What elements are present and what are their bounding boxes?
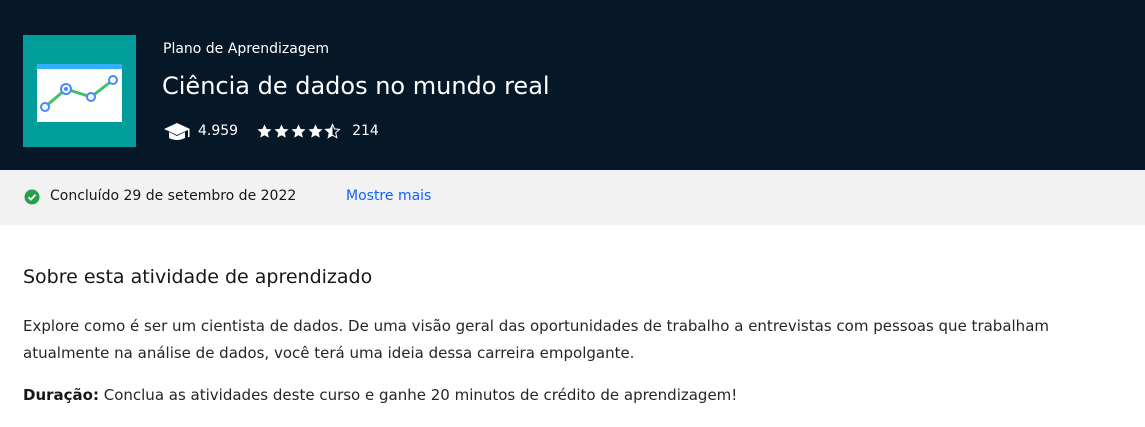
activity-description: Explore como é ser um cientista de dados…	[23, 317, 1049, 362]
page-title: Ciência de dados no mundo real	[162, 72, 550, 100]
activity-type-label: Plano de Aprendizagem	[163, 41, 329, 57]
course-thumbnail	[23, 35, 136, 147]
show-more-link[interactable]: Mostre mais	[346, 188, 431, 204]
star-icon	[274, 124, 289, 138]
graduation-cap-icon	[164, 123, 190, 140]
completion-status: Concluído 29 de setembro de 2022	[50, 188, 297, 204]
hero-banner: Plano de Aprendizagem Ciência de dados n…	[0, 0, 1145, 170]
course-meta: 4.959 214	[162, 121, 379, 141]
learners-count: 4.959	[198, 123, 239, 139]
half-star-icon	[324, 123, 341, 139]
star-icon	[257, 124, 272, 138]
duration-label: Duração:	[23, 386, 99, 404]
line-chart-icon	[37, 64, 122, 122]
check-circle-icon	[24, 189, 40, 205]
star-icon	[308, 124, 323, 138]
duration-info: Duração: Conclua as atividades deste cur…	[23, 386, 737, 404]
section-heading: Sobre esta atividade de aprendizado	[23, 266, 373, 288]
rating-stars	[256, 123, 341, 139]
duration-text: Conclua as atividades deste curso e ganh…	[98, 386, 738, 404]
star-icon	[291, 124, 306, 138]
reviews-count: 214	[352, 123, 379, 139]
